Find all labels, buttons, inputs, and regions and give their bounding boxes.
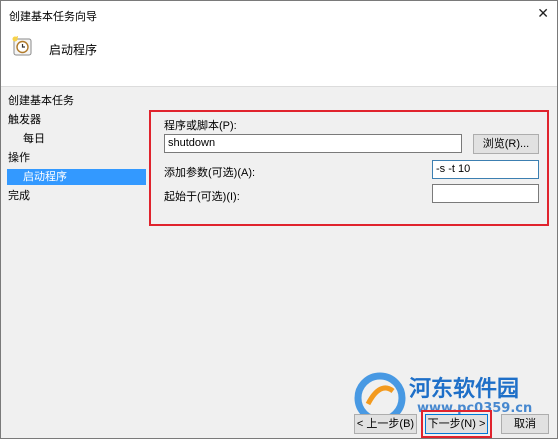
next-button[interactable]: 下一步(N) > <box>425 414 488 434</box>
wizard-header: 启动程序 <box>1 27 557 87</box>
start-in-label: 起始于(可选)(I): <box>164 191 240 203</box>
program-label: 程序或脚本(P): <box>164 120 237 132</box>
title-bar: 创建基本任务向导 ✕ <box>1 1 557 27</box>
program-input[interactable]: shutdown <box>164 134 462 153</box>
watermark-name: 河东软件园 <box>409 376 520 402</box>
step-trigger[interactable]: 触发器 <box>1 112 146 128</box>
browse-button[interactable]: 浏览(R)... <box>473 134 539 154</box>
action-form-highlight: 程序或脚本(P): shutdown 浏览(R)... 添加参数(可选)(A):… <box>149 110 549 226</box>
page-title: 启动程序 <box>49 43 98 57</box>
back-button[interactable]: < 上一步(B) <box>354 414 417 434</box>
step-finish[interactable]: 完成 <box>1 188 146 204</box>
wizard-content: 创建基本任务 触发器 每日 操作 启动程序 完成 程序或脚本(P): shutd… <box>1 87 557 438</box>
step-start-program[interactable]: 启动程序 <box>7 169 146 185</box>
wizard-window: 创建基本任务向导 ✕ 启动程序 创建基本任务 触发器 每日 操作 启动程序 完成… <box>0 0 558 439</box>
step-create-basic-task[interactable]: 创建基本任务 <box>1 93 146 109</box>
start-in-input[interactable] <box>432 184 539 203</box>
step-action[interactable]: 操作 <box>1 150 146 166</box>
window-title: 创建基本任务向导 <box>9 11 97 23</box>
cancel-button[interactable]: 取消 <box>501 414 549 434</box>
step-daily[interactable]: 每日 <box>1 131 146 147</box>
task-clock-icon <box>12 36 32 56</box>
arguments-label: 添加参数(可选)(A): <box>164 167 256 179</box>
close-icon[interactable]: ✕ <box>537 5 549 22</box>
arguments-input[interactable]: -s -t 10 <box>432 160 539 179</box>
